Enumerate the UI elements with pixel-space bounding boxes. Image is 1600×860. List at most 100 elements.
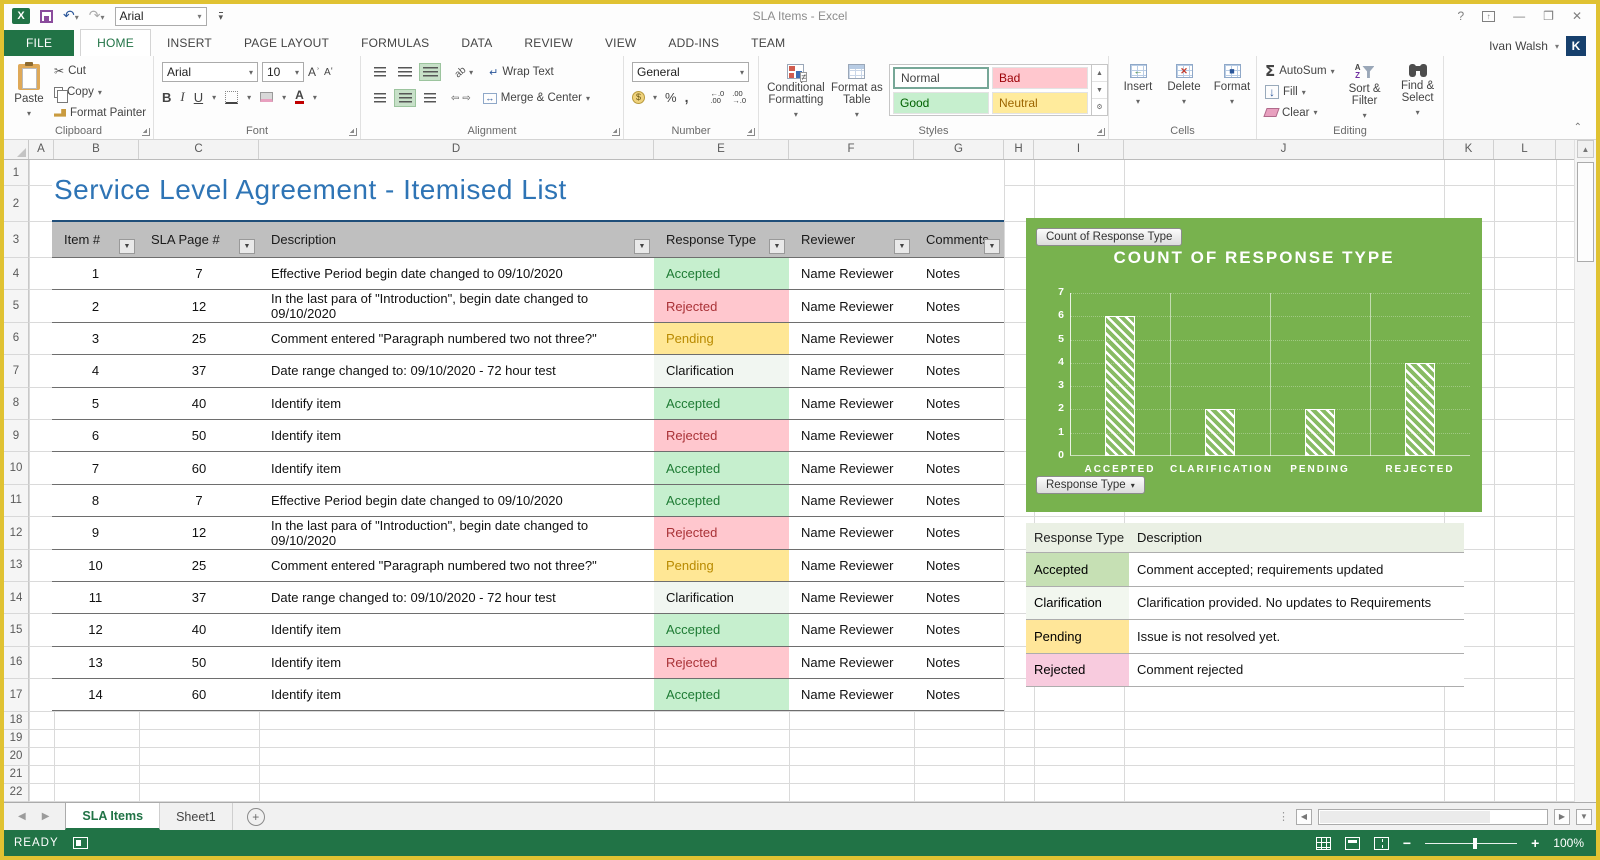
ribbon-tab-add-ins[interactable]: ADD-INS [652, 30, 735, 56]
increase-decimal-button[interactable]: ←.0.00 [710, 90, 724, 104]
cell[interactable]: Notes [914, 452, 1004, 483]
scroll-up-icon[interactable]: ▲ [1577, 140, 1594, 158]
styles-dialog-launcher-icon[interactable] [1097, 128, 1105, 136]
cell[interactable]: Notes [914, 290, 1004, 321]
column-header-G[interactable]: G [914, 140, 1004, 159]
key-description-cell[interactable]: Clarification provided. No updates to Re… [1129, 587, 1464, 620]
key-type-cell[interactable]: Pending [1026, 620, 1129, 653]
cell[interactable]: 12 [52, 614, 139, 645]
cell[interactable]: Name Reviewer [789, 388, 914, 419]
cell[interactable]: 60 [139, 452, 259, 483]
redo-button[interactable]: ↷▾ [89, 7, 105, 25]
cell[interactable]: Notes [914, 582, 1004, 613]
cell[interactable]: Rejected [654, 290, 789, 321]
shrink-font-button[interactable]: Aʽ [324, 67, 333, 78]
align-left-button[interactable] [369, 89, 391, 107]
cell[interactable]: 25 [139, 323, 259, 354]
number-format-combobox[interactable]: General▾ [632, 62, 749, 82]
underline-button[interactable]: U [194, 90, 203, 105]
row-header-9[interactable]: 9 [4, 420, 29, 452]
cell[interactable]: In the last para of "Introduction", begi… [259, 517, 654, 548]
cell[interactable]: Rejected [654, 647, 789, 678]
cell[interactable]: Name Reviewer [789, 452, 914, 483]
cell[interactable]: Identify item [259, 647, 654, 678]
new-sheet-button[interactable]: + [247, 808, 265, 826]
cell[interactable]: Comment entered "Paragraph numbered two … [259, 323, 654, 354]
cell[interactable]: 7 [139, 485, 259, 516]
scroll-down-icon[interactable]: ▼ [1576, 809, 1592, 825]
cell[interactable]: Notes [914, 258, 1004, 289]
font-name-combobox[interactable]: Arial▾ [162, 62, 258, 82]
ribbon-tab-view[interactable]: VIEW [589, 30, 652, 56]
scroll-right-icon[interactable]: ▶ [1554, 809, 1570, 825]
vertical-scroll-thumb[interactable] [1577, 162, 1594, 262]
format-as-table-button[interactable]: Format as Table ▾ [831, 60, 883, 122]
align-right-button[interactable] [419, 89, 441, 107]
cell[interactable]: 7 [52, 452, 139, 483]
merge-center-button[interactable]: ↔Merge & Center▾ [483, 88, 590, 108]
filter-dropdown-icon[interactable]: ▼ [119, 239, 135, 254]
row-header-4[interactable]: 4 [4, 258, 29, 290]
insert-cells-button[interactable]: ← Insert ▾ [1117, 60, 1159, 122]
table-header-reviewer[interactable]: Reviewer▼ [789, 222, 914, 257]
cell[interactable]: Accepted [654, 485, 789, 516]
cell[interactable]: 50 [139, 420, 259, 451]
cell[interactable]: Date range changed to: 09/10/2020 - 72 h… [259, 582, 654, 613]
close-button[interactable]: ✕ [1572, 9, 1582, 23]
restore-button[interactable]: ❐ [1543, 9, 1554, 23]
save-icon[interactable] [40, 10, 53, 23]
paste-button[interactable]: Paste ▾ [10, 60, 48, 122]
row-header-19[interactable]: 19 [4, 730, 29, 748]
cell[interactable]: 11 [52, 582, 139, 613]
cell[interactable]: Identify item [259, 614, 654, 645]
cell[interactable]: Notes [914, 355, 1004, 386]
filter-dropdown-icon[interactable]: ▼ [769, 239, 785, 254]
key-description-cell[interactable]: Comment rejected [1129, 654, 1464, 687]
cell-style-neutral[interactable]: Neutral [992, 92, 1088, 114]
cell-style-normal[interactable]: Normal [893, 67, 989, 89]
table-header-description[interactable]: Description▼ [259, 222, 654, 257]
cell[interactable]: Name Reviewer [789, 420, 914, 451]
cell[interactable]: Name Reviewer [789, 614, 914, 645]
borders-icon[interactable] [225, 91, 238, 104]
ribbon-tab-home[interactable]: HOME [80, 29, 151, 56]
pivot-chart[interactable]: Count of Response Type COUNT OF RESPONSE… [1026, 218, 1482, 512]
orientation-icon[interactable]: ab [453, 64, 469, 80]
row-header-14[interactable]: 14 [4, 582, 29, 614]
ribbon-tab-formulas[interactable]: FORMULAS [345, 30, 445, 56]
cell[interactable]: 12 [139, 290, 259, 321]
cell[interactable]: 9 [52, 517, 139, 548]
cell[interactable]: Name Reviewer [789, 647, 914, 678]
cell[interactable]: 25 [139, 550, 259, 581]
row-header-2[interactable]: 2 [4, 186, 29, 222]
format-painter-button[interactable]: Format Painter [54, 103, 146, 122]
decrease-decimal-button[interactable]: .00→.0 [732, 90, 746, 104]
cell[interactable]: 2 [52, 290, 139, 321]
sheet-tab-sheet1[interactable]: Sheet1 [160, 803, 233, 830]
table-header-item-[interactable]: Item #▼ [52, 222, 139, 257]
sort-filter-button[interactable]: AZ Sort & Filter ▾ [1343, 60, 1387, 122]
font-dialog-launcher-icon[interactable] [349, 128, 357, 136]
bar-accepted[interactable] [1105, 316, 1135, 456]
cell[interactable]: Pending [654, 550, 789, 581]
horizontal-scroll-track[interactable] [1318, 809, 1548, 825]
page-layout-view-icon[interactable] [1345, 837, 1360, 850]
sheet-tab-sla-items[interactable]: SLA Items [65, 803, 160, 830]
comma-style-button[interactable]: , [685, 89, 689, 105]
grow-font-button[interactable]: Aʾ [308, 65, 320, 79]
splitter-handle[interactable]: ⋮ [1278, 810, 1290, 823]
gallery-expand-icon[interactable]: ⚙︎ [1092, 99, 1107, 115]
cell[interactable]: Accepted [654, 614, 789, 645]
chart-field-button[interactable]: Count of Response Type [1036, 228, 1182, 246]
cell[interactable]: Effective Period begin date changed to 0… [259, 258, 654, 289]
cell[interactable]: Notes [914, 420, 1004, 451]
zoom-out-button[interactable]: − [1403, 837, 1411, 849]
zoom-level[interactable]: 100% [1553, 836, 1584, 850]
find-select-button[interactable]: Find & Select ▾ [1395, 60, 1441, 122]
cell[interactable]: Name Reviewer [789, 582, 914, 613]
cell[interactable]: 7 [139, 258, 259, 289]
cell[interactable]: Notes [914, 614, 1004, 645]
table-header-response-type[interactable]: Response Type▼ [654, 222, 789, 257]
help-button[interactable]: ? [1457, 9, 1464, 23]
align-center-button[interactable] [394, 89, 416, 107]
